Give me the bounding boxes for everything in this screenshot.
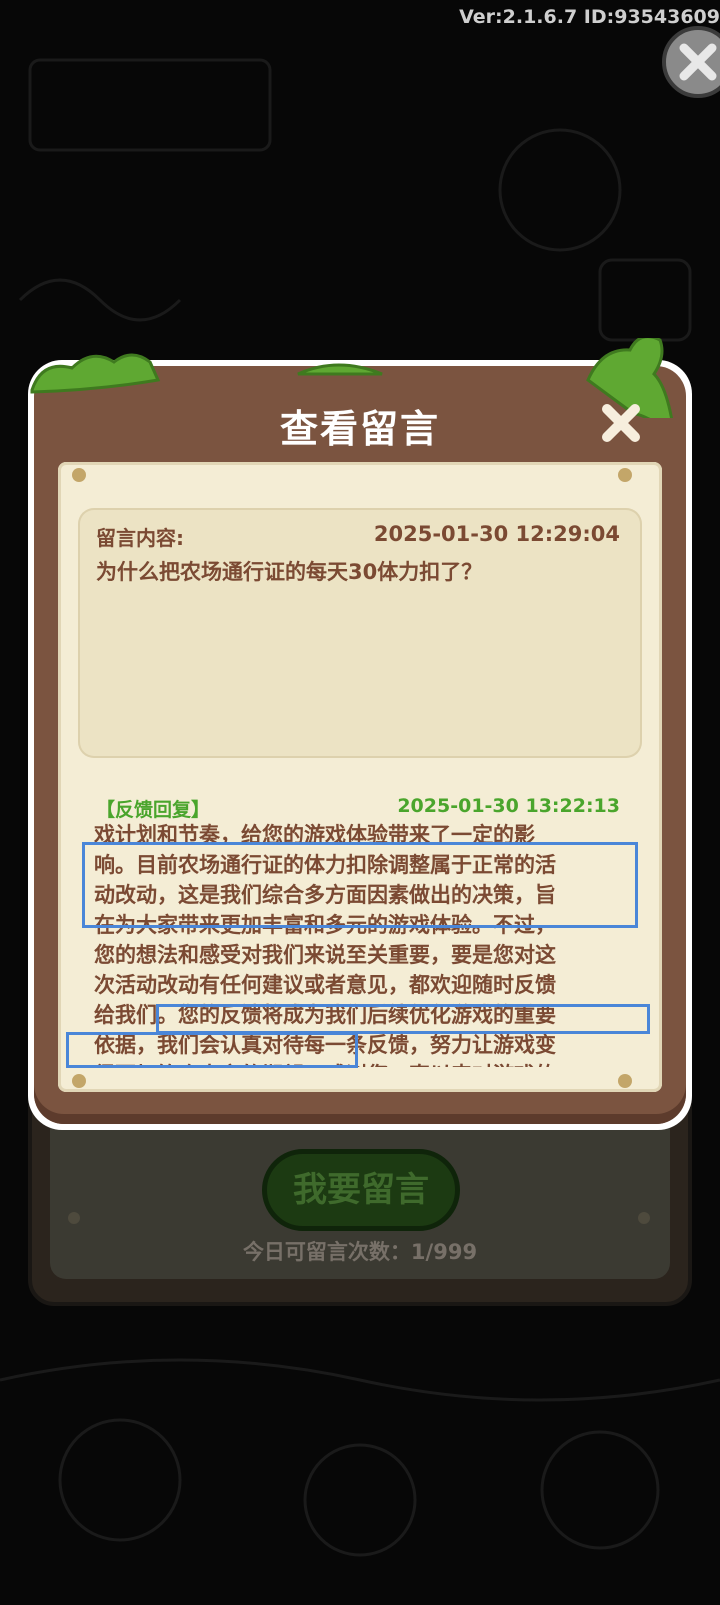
modal-close-button[interactable]: [598, 400, 644, 446]
message-label: 留言内容:: [96, 526, 184, 550]
reply-timestamp: 2025-01-30 13:22:13: [397, 795, 620, 817]
leave-message-button[interactable]: 我要留言: [262, 1149, 460, 1231]
message-timestamp: 2025-01-30 12:29:04: [373, 522, 620, 546]
close-icon: [602, 404, 640, 442]
reply-line: 您的想法和感受对我们来说至关重要，要是您对这: [94, 943, 556, 967]
highlight-box: [82, 842, 638, 928]
version-id-label: Ver:2.1.6.7 ID:93543609: [459, 6, 720, 28]
pin: [72, 468, 86, 482]
pin: [618, 468, 632, 482]
highlight-box: [156, 1004, 650, 1034]
reply-line: 次活动改动有任何建议或者意见，都欢迎随时反馈: [94, 973, 556, 997]
pin: [68, 1212, 80, 1224]
pin: [638, 1212, 650, 1224]
remaining-count-label: 今日可留言次数：1/999: [242, 1240, 478, 1264]
message-content: 为什么把农场通行证的每天30体力扣了？: [96, 560, 483, 584]
reply-label: 【反馈回复】: [96, 799, 211, 821]
pin: [72, 1074, 86, 1088]
pin: [618, 1074, 632, 1088]
close-icon: [679, 43, 717, 81]
highlight-box: [66, 1032, 358, 1068]
